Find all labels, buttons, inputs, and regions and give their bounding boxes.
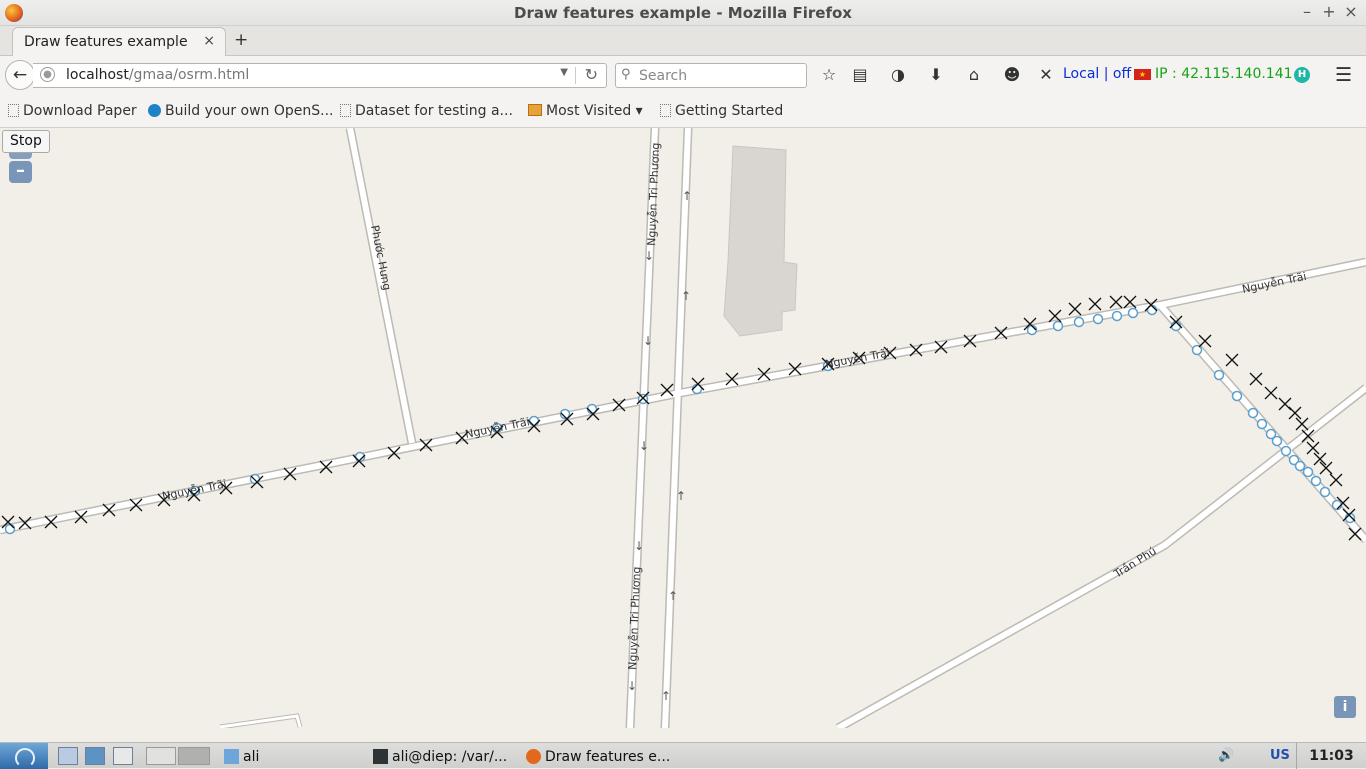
terminal-icon	[373, 749, 388, 764]
svg-text:↓: ↓	[639, 439, 649, 453]
folder-icon	[528, 104, 542, 116]
street-label-nguyen-trai: Nguyễn Trãi	[1241, 270, 1308, 296]
svg-text:↓: ↓	[644, 249, 654, 263]
bookmark-star-icon[interactable]: ☆	[818, 65, 840, 84]
bookmark-download-paper[interactable]: Download Paper	[8, 103, 137, 119]
svg-text:↑: ↑	[661, 689, 671, 703]
folder-icon	[224, 749, 239, 764]
local-status-text[interactable]: Local | off	[1063, 66, 1131, 82]
map-canvas[interactable]: ↑ ↑ ↑ ↑ ↑ ↓ ↓ ↓ ↓ ↓ Nguyễn Trãi Nguyễn T…	[0, 128, 1366, 728]
stop-button[interactable]: Stop	[2, 130, 50, 153]
taskbar-item-label: ali@diep: /var/...	[392, 749, 508, 765]
taskbar-item-label: ali	[243, 749, 260, 765]
road-fills	[0, 128, 1366, 728]
start-menu-icon[interactable]	[0, 743, 48, 769]
street-label-nguyen-trai: Nguyễn Trãi	[464, 415, 531, 441]
bookmark-label: Most Visited ▾	[546, 103, 643, 119]
street-label-nguyen-trai: Nguyễn Trãi	[824, 346, 891, 371]
workspace-1[interactable]	[146, 747, 176, 765]
url-history-dropdown-icon[interactable]: ▼	[560, 67, 568, 78]
close-window-button[interactable]: ×	[1341, 2, 1361, 21]
bookmark-getting-started[interactable]: Getting Started	[660, 103, 783, 119]
window-titlebar: Draw features example - Mozilla Firefox …	[0, 0, 1366, 26]
file-manager-launcher-icon[interactable]	[58, 747, 78, 765]
clock[interactable]: 11:03	[1296, 743, 1366, 769]
bookmark-dataset[interactable]: Dataset for testing a...	[340, 103, 513, 119]
network-launcher-icon[interactable]	[85, 747, 105, 765]
svg-text:↓: ↓	[634, 539, 644, 553]
search-icon: ⚲	[621, 67, 631, 82]
reading-list-icon[interactable]: ▤	[849, 65, 871, 84]
street-label-nguyen-trai: Nguyễn Trãi	[161, 477, 228, 503]
taskbar-item-firefox[interactable]: Draw features e...	[526, 746, 670, 768]
url-host: localhost	[66, 67, 129, 83]
url-text[interactable]: localhost/gmaa/osrm.html	[66, 67, 249, 83]
ip-address-text: IP : 42.115.140.141	[1155, 66, 1293, 82]
page-icon	[8, 104, 19, 117]
taskbar-item-label: Draw features e...	[545, 749, 671, 765]
svg-text:↑: ↑	[676, 489, 686, 503]
svg-text:↓: ↓	[627, 679, 637, 693]
taskbar-item-terminal[interactable]: ali@diep: /var/...	[373, 746, 507, 768]
bookmark-label: Download Paper	[23, 103, 137, 119]
bookmark-most-visited[interactable]: Most Visited ▾	[528, 103, 643, 119]
keyboard-layout[interactable]: US	[1270, 748, 1290, 763]
pocket-icon[interactable]: ◑	[887, 65, 909, 84]
tab-label: Draw features example	[24, 34, 188, 50]
page-icon	[660, 104, 671, 117]
svg-text:↓: ↓	[643, 334, 653, 348]
minor-road-fill	[219, 714, 302, 728]
workspace-2[interactable]	[178, 747, 210, 765]
home-icon[interactable]: ⌂	[963, 65, 985, 84]
firefox-icon	[526, 749, 541, 764]
bookmark-build-your-own[interactable]: Build your own OpenS...	[148, 103, 334, 119]
bookmark-label: Build your own OpenS...	[165, 103, 334, 119]
attribution-info-button[interactable]: i	[1334, 696, 1356, 718]
extension-badge-icon[interactable]: H	[1294, 67, 1310, 83]
street-label-nguyen-tri-phuong: Nguyễn Tri Phương	[626, 566, 643, 670]
map-viewport[interactable]: ↑ ↑ ↑ ↑ ↑ ↓ ↓ ↓ ↓ ↓ Nguyễn Trãi Nguyễn T…	[0, 128, 1366, 728]
tab-bar: Draw features example × +	[0, 26, 1366, 57]
minimize-button[interactable]: –	[1297, 2, 1317, 21]
taskbar-item-ali[interactable]: ali	[224, 746, 259, 768]
bookmarks-toolbar: Download Paper Build your own OpenS... D…	[0, 96, 1366, 128]
street-label-nguyen-tri-phuong: Nguyễn Tri Phương	[645, 142, 662, 246]
window-title: Draw features example - Mozilla Firefox	[514, 4, 852, 22]
svg-text:↑: ↑	[682, 189, 692, 203]
bookmark-label: Dataset for testing a...	[355, 103, 513, 119]
window-launcher-icon[interactable]	[113, 747, 133, 765]
navigation-toolbar: ← ● localhost/gmaa/osrm.html ▼ ↻ ⚲ Searc…	[0, 56, 1366, 96]
volume-icon[interactable]: 🔊	[1218, 748, 1234, 763]
building-shape	[723, 145, 798, 337]
vietnam-flag-icon: ★	[1134, 69, 1151, 80]
svg-text:↑: ↑	[681, 289, 691, 303]
site-info-icon[interactable]: ●	[40, 67, 55, 82]
hamburger-menu-icon[interactable]: ☰	[1335, 64, 1352, 86]
drupal-icon	[148, 104, 161, 117]
maximize-button[interactable]: +	[1319, 2, 1339, 21]
bookmark-label: Getting Started	[675, 103, 784, 119]
new-tab-button[interactable]: +	[234, 30, 248, 50]
downloads-icon[interactable]: ⬇	[925, 65, 947, 84]
url-bar[interactable]: ● localhost/gmaa/osrm.html ▼ ↻	[33, 63, 607, 88]
tab-draw-features[interactable]: Draw features example ×	[12, 27, 226, 57]
zoom-out-button[interactable]: –	[9, 161, 32, 183]
page-icon	[340, 104, 351, 117]
street-label-tran-phu: Trần Phú	[1111, 544, 1159, 581]
search-placeholder: Search	[639, 68, 688, 84]
close-tab-icon[interactable]: ×	[203, 33, 215, 49]
url-separator	[575, 67, 576, 84]
x-extension-icon[interactable]: ✕	[1035, 65, 1057, 84]
url-path: /gmaa/osrm.html	[128, 67, 250, 83]
taskbar: ali ali@diep: /var/... Draw features e..…	[0, 742, 1366, 769]
chat-icon[interactable]: ☻	[1001, 65, 1023, 84]
reload-icon[interactable]: ↻	[585, 65, 598, 84]
back-button[interactable]: ←	[5, 60, 35, 90]
svg-text:↑: ↑	[668, 589, 678, 603]
search-bar[interactable]: ⚲ Search	[615, 63, 807, 88]
